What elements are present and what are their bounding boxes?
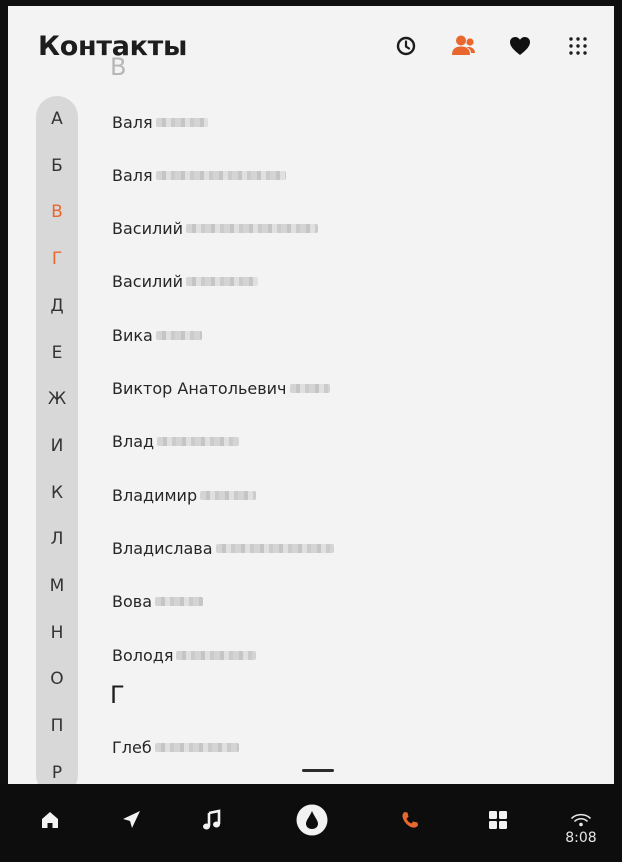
contact-name: Владислава [112,538,213,558]
screen: Контакты В А Б В Г Д Е Ж И К Л М Н О П Р… [0,0,622,862]
home-button[interactable] [28,798,72,842]
alphabet-letter[interactable]: Б [36,156,78,176]
contact-name: Василий [112,272,183,292]
alphabet-letter[interactable]: Н [36,623,78,643]
phone-icon [402,812,418,828]
contact-item[interactable]: Василий [112,267,258,297]
recents-tab[interactable] [388,28,424,64]
contact-item[interactable]: Вика [112,320,202,350]
contacts-tab[interactable] [446,28,482,64]
contact-item[interactable]: Василий [112,214,318,244]
music-button[interactable] [190,798,234,842]
phone-button[interactable] [388,798,432,842]
contact-name: Василий [112,219,183,239]
alphabet-letter[interactable]: О [36,669,78,689]
alphabet-letter[interactable]: Ж [36,389,78,409]
contact-item[interactable]: Вова [112,587,203,617]
contact-item[interactable]: Влад [112,427,240,457]
favorites-tab[interactable] [502,28,538,64]
navigation-arrow-icon [123,811,140,828]
redacted-surname [215,543,334,553]
clock-icon [396,36,416,56]
redacted-surname [157,437,240,447]
contact-name: Валя [112,165,153,185]
navigation-button[interactable] [109,798,153,842]
contact-item[interactable]: Глеб [112,732,239,762]
redacted-surname [186,277,258,287]
contact-item[interactable]: Валя [112,160,286,190]
contact-name: Владимир [112,485,198,505]
alice-button[interactable] [290,798,334,842]
redacted-surname [289,384,330,393]
redacted-surname [176,650,257,660]
alphabet-letter[interactable]: П [36,716,78,736]
home-icon [42,812,58,828]
contact-name: Володя [112,645,174,665]
contact-name: Виктор Анатольевич [112,379,287,398]
alphabet-index[interactable]: АБВГДЕЖИКЛМНОПРС [36,96,78,784]
contact-item[interactable]: Валя [112,107,208,137]
alice-assistant-icon [296,804,328,836]
bottom-navbar: 8:08 [0,784,622,862]
alphabet-letter[interactable]: Л [36,529,78,549]
contact-name: Вика [112,325,153,345]
redacted-surname [155,117,208,127]
section-header-g: Г [110,681,125,709]
contact-name: Валя [112,112,153,132]
alphabet-letter[interactable]: Р [36,763,78,783]
dialpad-tab[interactable] [560,28,596,64]
alphabet-letter[interactable]: И [36,436,78,456]
wifi-icon [571,813,591,827]
alphabet-letter[interactable]: Д [36,296,78,316]
apps-button[interactable] [476,798,520,842]
header-tabs [388,28,598,64]
redacted-surname [155,330,202,340]
contact-name: Влад [112,432,155,452]
apps-grid-icon [489,811,507,829]
alphabet-letter[interactable]: М [36,576,78,596]
alphabet-letter[interactable]: Е [36,343,78,363]
contacts-panel: Контакты В А Б В Г Д Е Ж И К Л М Н О П Р… [8,6,614,784]
contact-name: Вова [112,592,152,612]
contact-item[interactable]: Владислава [112,533,334,563]
scroll-handle[interactable] [302,769,334,772]
alphabet-letter[interactable]: К [36,483,78,503]
alphabet-letter[interactable]: А [36,109,78,129]
heart-icon [510,37,530,55]
redacted-surname [154,742,239,752]
music-note-icon [203,809,221,830]
redacted-surname [155,170,286,180]
redacted-surname [186,224,318,234]
clock-time: 8:08 [565,830,597,846]
alphabet-letter[interactable]: В [36,202,78,222]
redacted-surname [200,490,257,500]
contact-item[interactable]: Владимир [112,480,257,510]
contact-name: Глеб [112,737,152,757]
redacted-surname [155,597,203,607]
section-header-v: В [110,53,127,81]
dialpad-icon [569,37,587,55]
alphabet-letter[interactable]: Г [36,249,78,269]
contact-item[interactable]: Володя [112,640,257,670]
contact-item[interactable]: Виктор Анатольевич [112,374,330,404]
contacts-person-icon [452,35,475,55]
